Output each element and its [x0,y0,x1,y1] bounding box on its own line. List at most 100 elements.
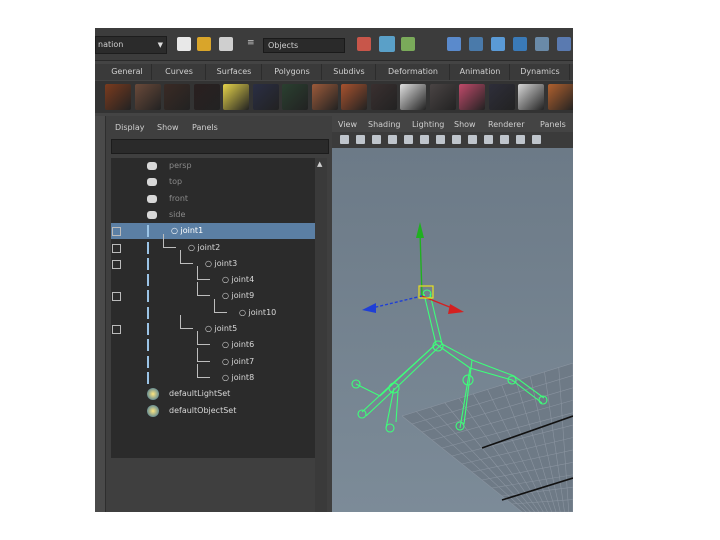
expand-toggle-icon[interactable] [112,325,121,334]
outliner-row-joint2[interactable]: ○ joint2 [111,233,315,256]
viewport-tool-icon[interactable] [340,135,349,144]
outliner-row-joint6[interactable]: ○ joint6 [111,331,315,353]
outliner-row-top[interactable]: top [111,174,315,190]
shelf-tab-deformation[interactable]: Deformation [377,64,450,80]
shelf-brush-icon[interactable] [223,84,249,110]
shelf-brush-icon[interactable] [488,84,515,110]
snap-surface-icon[interactable] [513,37,527,51]
viewport-tool-icon[interactable] [436,135,445,144]
tree-connector [180,249,193,264]
viewport-menu-bar: View Shading Lighting Show Renderer Pane… [332,116,573,132]
viewport-menu-shading[interactable]: Shading [368,120,401,129]
outliner-row-defaultlightset[interactable]: defaultLightSet [111,386,315,402]
outliner-row-joint8[interactable]: ○ joint8 [111,363,315,386]
viewport-menu-view[interactable]: View [338,120,357,129]
shelf-brush-icon[interactable] [547,84,573,110]
object-set-icon [147,404,159,417]
shelf-brush-icon[interactable] [370,84,397,110]
joint-icon [147,371,155,384]
save-scene-icon[interactable] [219,37,233,51]
shelf-brush-icon[interactable] [341,84,367,110]
shelf-tab-general[interactable]: General [103,64,152,80]
joint-icon [147,225,155,238]
move-manipulator[interactable] [362,222,464,314]
expand-toggle-icon[interactable] [112,243,121,253]
shelf-brush-icon[interactable] [282,84,308,110]
viewport-tool-icon[interactable] [372,135,381,144]
selection-mask-icon[interactable]: ≡ [247,38,257,51]
outliner-menu-show[interactable]: Show [157,123,179,132]
select-by-hierarchy-icon[interactable] [357,37,371,51]
snap-view-icon[interactable] [557,37,571,51]
expand-toggle-icon[interactable] [112,227,121,237]
outliner-row-label: side [169,209,186,219]
make-live-icon[interactable] [535,37,549,51]
tree-connector [197,347,210,362]
viewport-menu-show[interactable]: Show [454,120,476,129]
outliner-menu-display[interactable]: Display [115,123,145,132]
open-scene-icon[interactable] [197,37,211,51]
shelf-brush-icon[interactable] [400,84,426,110]
viewport-tool-icon[interactable] [500,135,509,144]
viewport-menu-panels[interactable]: Panels [540,120,566,129]
shelf-brush-icon[interactable] [459,84,485,110]
shelf-brush-icon[interactable] [193,84,220,110]
viewport-tool-icon[interactable] [516,135,525,144]
shelf-brush-icon[interactable] [134,84,161,110]
outliner-filter-field[interactable] [111,139,329,154]
shelf-brush-icon[interactable] [252,84,279,110]
outliner-row-joint4[interactable]: ○ joint4 [111,266,315,288]
outliner-row-joint1[interactable]: ○ joint1 [111,223,315,240]
snap-grid-icon[interactable] [447,37,461,51]
viewport-tool-icon[interactable] [484,135,493,144]
snap-point-icon[interactable] [491,37,505,51]
viewport-tool-icon[interactable] [356,135,365,144]
shelf-tab-animation[interactable]: Animation [451,64,510,80]
viewport-3d-view[interactable] [332,148,573,512]
outliner-row-persp[interactable]: persp [111,158,315,174]
outliner-scrollbar[interactable]: ▲ [315,158,327,512]
outliner-row-front[interactable]: front [111,191,315,207]
shelf-brush-icon[interactable] [518,84,544,110]
shelf-tab-surfaces[interactable]: Surfaces [207,64,262,80]
outliner-row-joint5[interactable]: ○ joint5 [111,315,315,337]
shelf-tab-polygons[interactable]: Polygons [263,64,322,80]
outliner-row-joint10[interactable]: ○ joint10 [111,298,315,321]
viewport-tool-icon[interactable] [404,135,413,144]
select-by-component-icon[interactable] [401,37,415,51]
shelf-brush-icon[interactable] [429,84,456,110]
joint-icon [147,274,155,287]
viewport-menu-renderer[interactable]: Renderer [488,120,525,129]
outliner-row-label: ○ joint4 [222,275,255,285]
viewport-menu-lighting[interactable]: Lighting [412,120,444,129]
shelf-tab-subdivs[interactable]: Subdivs [323,64,376,80]
outliner-menu-panels[interactable]: Panels [192,123,218,132]
viewport-tool-icon[interactable] [420,135,429,144]
viewport-tool-icon[interactable] [388,135,397,144]
chevron-down-icon: ▼ [157,41,163,49]
objects-field[interactable]: Objects [263,38,345,53]
scroll-up-icon[interactable]: ▲ [317,160,322,168]
outliner-row-joint7[interactable]: ○ joint7 [111,347,315,370]
viewport-tool-icon[interactable] [452,135,461,144]
expand-toggle-icon[interactable] [112,292,121,302]
snap-curve-icon[interactable] [469,37,483,51]
viewport-toolbar [332,132,573,148]
select-by-object-icon[interactable] [379,36,395,52]
outliner-row-defaultobjectset[interactable]: defaultObjectSet [111,403,315,419]
shelf-tab-curves[interactable]: Curves [153,64,206,80]
shelf-brush-icon[interactable] [105,84,131,110]
new-scene-icon[interactable] [177,37,191,51]
shelf-brush-icon[interactable] [164,84,190,110]
shelf-tab-dynamics[interactable]: Dynamics [511,64,570,80]
outliner-row-joint9[interactable]: ○ joint9 [111,282,315,304]
tree-connector [197,266,210,281]
viewport-tool-icon[interactable] [532,135,541,144]
camera-icon [147,178,157,187]
menu-set-dropdown[interactable]: nation ▼ [95,36,167,54]
outliner-row-joint3[interactable]: ○ joint3 [111,249,315,272]
shelf-brush-icon[interactable] [311,84,338,110]
outliner-row-side[interactable]: side [111,207,315,223]
expand-toggle-icon[interactable] [112,259,121,269]
viewport-tool-icon[interactable] [468,135,477,144]
